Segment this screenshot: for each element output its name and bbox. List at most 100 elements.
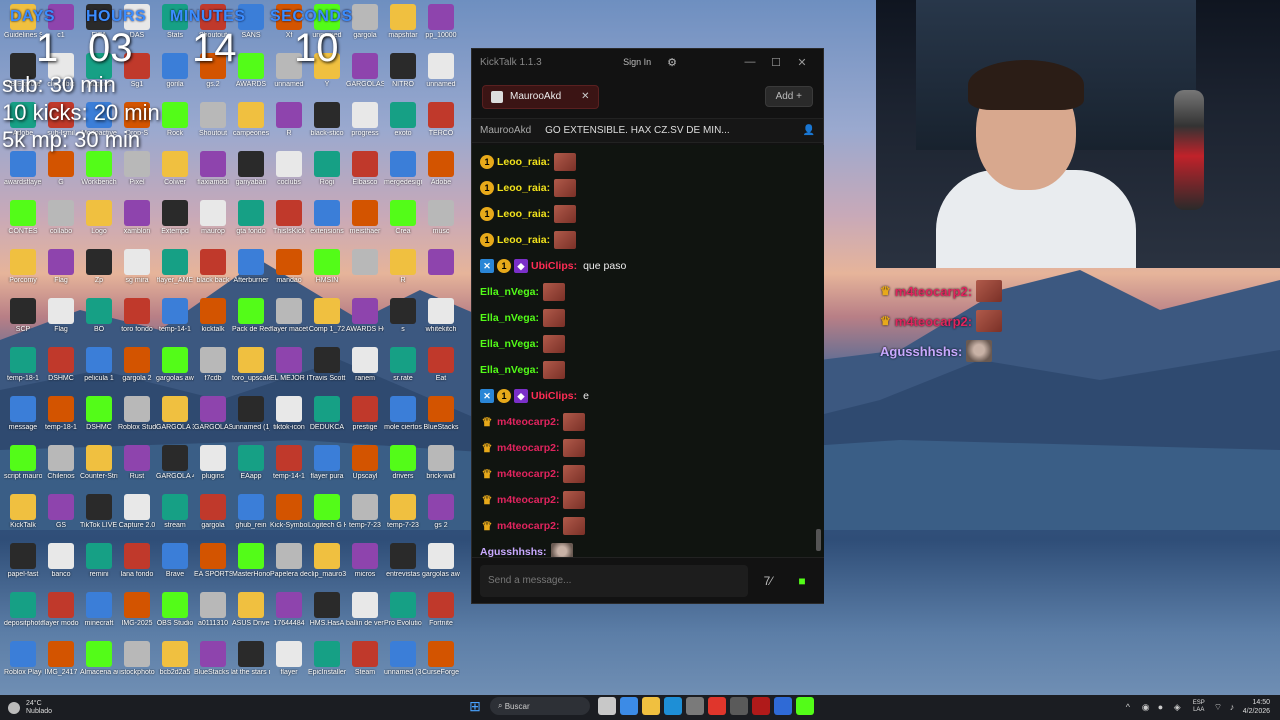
close-icon[interactable]: ✕ [789,56,815,69]
tray-app-icon[interactable]: ● [1158,702,1168,712]
desktop-icon[interactable]: whitekitch [422,298,460,348]
desktop-icon[interactable]: TikTok LIVE Studio [80,494,118,544]
desktop-icon[interactable] [346,249,384,299]
close-tab-icon[interactable]: ✕ [581,91,589,102]
chevron-up-icon[interactable]: ^ [1126,702,1136,712]
desktop-icon[interactable]: Logo [80,200,118,250]
desktop-icon[interactable]: gargola 2 [118,347,156,397]
message-input[interactable] [480,564,748,597]
desktop-icon[interactable]: Capture 2.0 [118,494,156,544]
language-indicator[interactable]: ESP LAA [1193,700,1205,714]
desktop-icon[interactable]: DSHMC [80,396,118,446]
tray-app-icon[interactable]: ◈ [1174,702,1184,712]
desktop-icon[interactable]: depositphoto [4,592,42,642]
desktop-icon[interactable]: Upscayl [346,445,384,495]
desktop-icon[interactable]: Roblox Studio [118,396,156,446]
desktop-icon[interactable]: collabo [42,200,80,250]
window-titlebar[interactable]: KickTalk 1.1.3 Sign In ⚙ — ☐ ✕ [472,49,823,75]
desktop-icon[interactable]: HMS.HasA [308,592,346,642]
chat-username[interactable]: UbiClips: [531,260,577,272]
chat-message[interactable]: ♛ m4teocarp2: [480,409,816,435]
chat-message[interactable]: Ella_nVega: [480,357,816,383]
desktop-icon[interactable]: gs 2 [422,494,460,544]
desktop-icon[interactable]: EAapp [232,445,270,495]
desktop-icon[interactable]: ASUS DriverHub [232,592,270,642]
chat-username[interactable]: Leoo_raia: [497,234,550,246]
desktop-icon[interactable]: Extempd [156,200,194,250]
desktop-icon[interactable]: mergedesign [384,151,422,201]
desktop-icon[interactable]: unnamed (3)_upscayl [384,641,422,691]
desktop-icon[interactable]: extensions [308,200,346,250]
desktop-icon[interactable]: Kick-Symbol [270,494,308,544]
desktop-icon[interactable]: Afterburner [232,249,270,299]
desktop-icon[interactable]: mandao [270,249,308,299]
desktop-icon[interactable]: ThisIsKick [270,200,308,250]
chat-username[interactable]: Leoo_raia: [497,182,550,194]
desktop-icon[interactable]: meisthaer [346,200,384,250]
desktop-icon[interactable]: Pack de Recursos [232,298,270,348]
desktop-icon[interactable]: temp-18-1 [4,347,42,397]
chat-message[interactable]: 1 Leoo_raia: [480,175,816,201]
desktop-icon[interactable]: stream [156,494,194,544]
widgets-icon[interactable] [620,697,638,715]
sign-in-button[interactable]: Sign In [623,57,651,67]
desktop-icon[interactable]: Pro Evolution Soccer 6 [384,592,422,642]
desktop-icon[interactable]: gargolas awards [156,347,194,397]
desktop-icon[interactable]: gta fondo [232,200,270,250]
brave-icon[interactable] [708,697,726,715]
desktop-icon[interactable]: Steam [346,641,384,691]
desktop-icon[interactable]: flayer pura [308,445,346,495]
chat-message[interactable]: Agusshhshs: [480,539,816,559]
chat-scrollbar[interactable] [816,529,821,551]
desktop-icon[interactable]: prestige [346,396,384,446]
desktop-icon[interactable]: xamblon [118,200,156,250]
desktop-icon[interactable]: 17644484 [270,592,308,642]
store-icon[interactable] [686,697,704,715]
desktop-icon[interactable]: temp-14-1 [156,298,194,348]
desktop-icon[interactable]: MasterHonor [232,543,270,593]
desktop-icon[interactable]: a0111310 [194,592,232,642]
desktop-icon[interactable]: pp_10000 [422,4,460,54]
desktop-icon[interactable]: ghub_rein [232,494,270,544]
desktop-icon[interactable]: micros [346,543,384,593]
desktop-icon[interactable]: gargolas awards [422,543,460,593]
desktop-icon[interactable]: GARGOLA 4 [156,445,194,495]
desktop-icon[interactable]: at the stars mate akd [232,641,270,691]
desktop-icon[interactable]: toro_upscale [232,347,270,397]
desktop-icon[interactable]: EA SPORTS FC 26 [194,543,232,593]
desktop-icon[interactable]: brick-wall [422,445,460,495]
desktop-icon[interactable]: BlueStacks Multi-Insta [194,641,232,691]
desktop-icon[interactable]: unnamed [422,53,460,103]
desktop-icon[interactable]: NITRO [384,53,422,103]
chat-message[interactable]: ♛ m4teocarp2: [480,487,816,513]
desktop-icon[interactable]: Almacena automatica [80,641,118,691]
desktop-icon[interactable]: DSHMC [42,347,80,397]
obs-icon[interactable] [730,697,748,715]
desktop-icon[interactable]: Adobe [422,151,460,201]
desktop-icon[interactable]: s [384,298,422,348]
desktop-icon[interactable]: script mauro [4,445,42,495]
desktop-icon[interactable]: IMG-2025 [118,592,156,642]
desktop-icon[interactable]: Chilenos [42,445,80,495]
desktop-icon[interactable]: mole ciertos [384,396,422,446]
chat-message[interactable]: 1 Leoo_raia: [480,227,816,253]
desktop-icon[interactable]: minecraft [80,592,118,642]
desktop-icon[interactable]: R [384,249,422,299]
chat-messages[interactable]: 1 Leoo_raia: 1 Leoo_raia: 1 Leoo_raia: 1 Leoo_r… [472,145,824,559]
weather-widget[interactable]: 24°C Nublado [0,700,120,716]
desktop-icon[interactable]: Rust [118,445,156,495]
chat-username[interactable]: Leoo_raia: [497,156,550,168]
emote-picker-icon[interactable]: ■ [788,567,816,595]
desktop-icon[interactable]: CurseForge Installer [422,641,460,691]
desktop-icon[interactable]: f7cdb [194,347,232,397]
chat-message[interactable]: 1 Leoo_raia: [480,149,816,175]
desktop-icon[interactable]: Roblox Player [4,641,42,691]
desktop-icon[interactable]: banco [42,543,80,593]
desktop-icon[interactable]: BlueStacks [422,396,460,446]
chat-message[interactable]: Ella_nVega: [480,331,816,357]
desktop-icon[interactable]: Crea [384,200,422,250]
desktop-icon[interactable]: Eat [422,347,460,397]
chat-message[interactable]: ♛ m4teocarp2: [480,513,816,539]
chat-message[interactable]: ✕ 1 ◆ UbiClips: e [480,383,816,409]
desktop-icon[interactable]: remini [80,543,118,593]
